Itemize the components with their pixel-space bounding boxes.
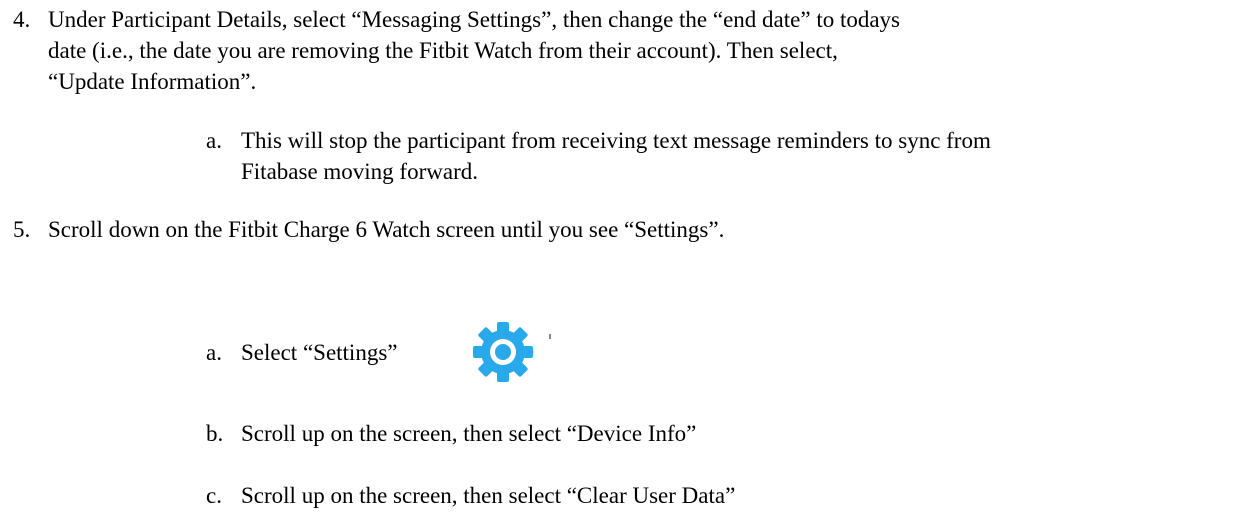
step-5b-letter: b. [206, 421, 224, 446]
step-5b-line-1: Scroll up on the screen, then select “De… [241, 421, 697, 446]
small-mark [549, 334, 551, 339]
step-4-line-3: “Update Information”. [48, 69, 257, 94]
step-5a-line-1: Select “Settings” [241, 340, 398, 365]
step-5c-letter: c. [206, 483, 222, 508]
gear-icon [473, 322, 533, 382]
step-5c-line-1: Scroll up on the screen, then select “Cl… [241, 483, 736, 508]
step-5-line-1: Scroll down on the Fitbit Charge 6 Watch… [48, 217, 725, 242]
step-5a-letter: a. [206, 340, 222, 365]
step-4a-line-2: Fitabase moving forward. [241, 159, 478, 184]
step-4a-line-1: This will stop the participant from rece… [241, 128, 991, 153]
step-4-number: 4. [13, 7, 31, 32]
step-4a-letter: a. [206, 128, 222, 153]
step-5-number: 5. [13, 217, 31, 242]
step-4-line-2: date (i.e., the date you are removing th… [48, 38, 838, 63]
step-4-line-1: Under Participant Details, select “Messa… [48, 7, 901, 32]
instruction-document: 4. Under Participant Details, select “Me… [0, 0, 1257, 519]
